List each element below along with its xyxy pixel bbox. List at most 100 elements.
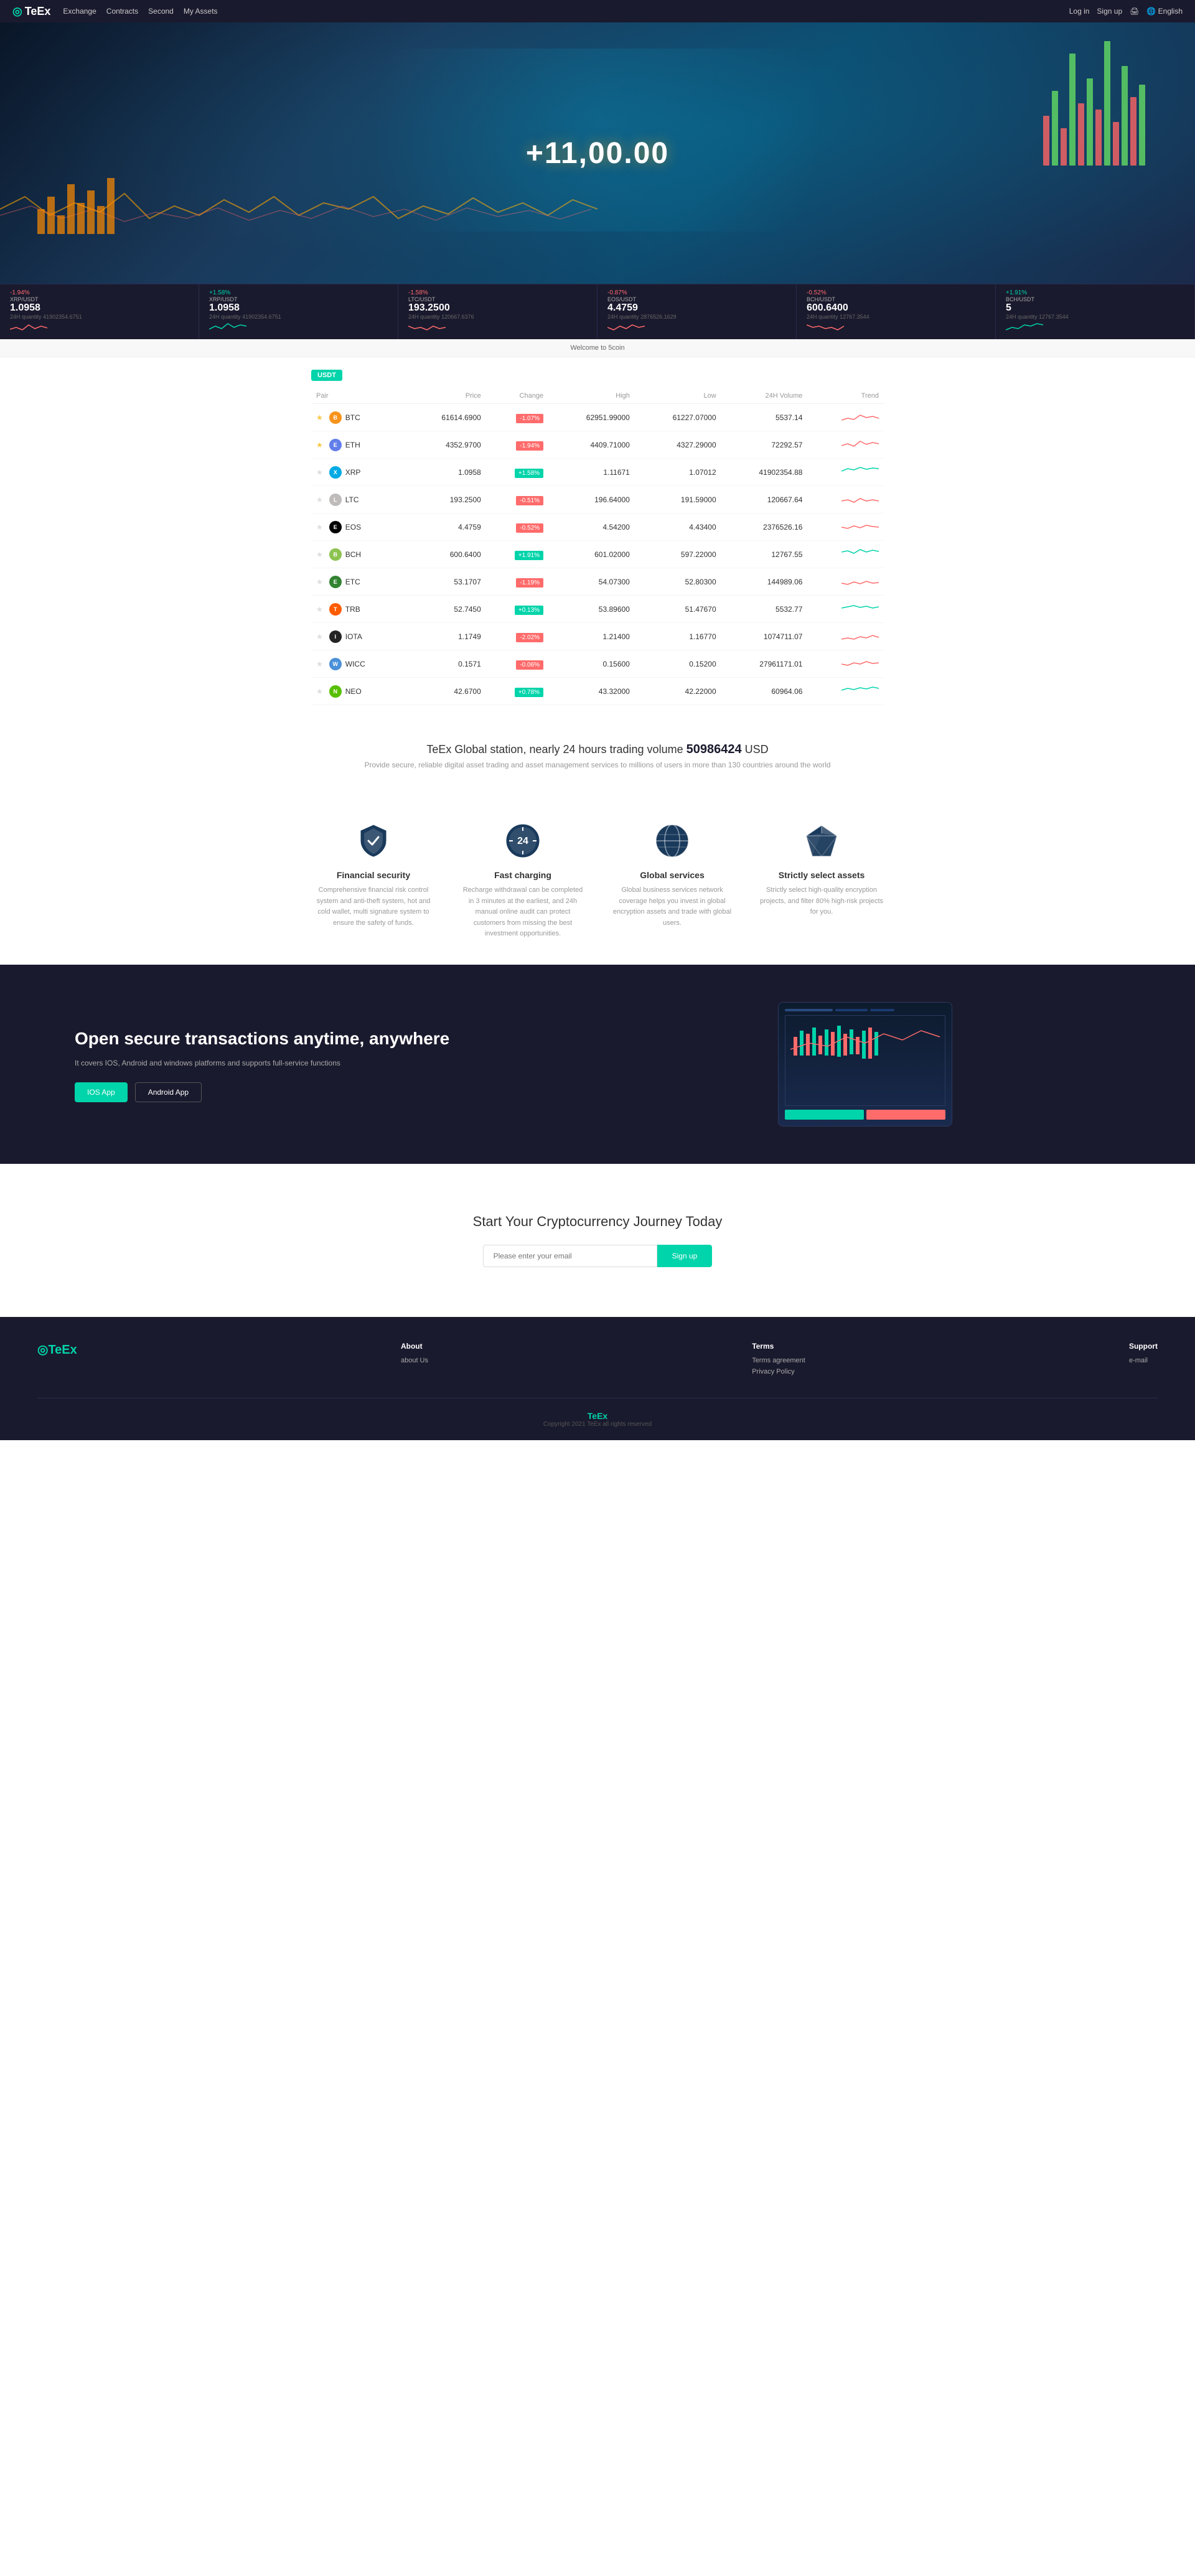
table-row: ★ I IOTA 1.1749 -2.02% 1.21400 1.16770 1… xyxy=(311,623,884,650)
features-section: Financial security Comprehensive financi… xyxy=(0,794,1195,965)
coin-icon: L xyxy=(329,494,342,506)
navbar-nav: Exchange Contracts Second My Assets xyxy=(63,7,217,16)
star-icon[interactable]: ★ xyxy=(316,523,323,532)
table-cell-high: 53.89600 xyxy=(548,596,635,623)
market-table-section: USDT Pair Price Change High Low 24H Volu… xyxy=(299,370,896,705)
table-cell-low: 1.07012 xyxy=(635,459,721,486)
table-cell-pair: ★ W WICC xyxy=(311,650,406,678)
table-cell-change: -0.06% xyxy=(486,650,548,678)
table-cell-trend xyxy=(807,459,884,486)
feature-fast-charging-desc: Recharge withdrawal can be completed in … xyxy=(461,885,585,940)
ios-app-button[interactable]: IOS App xyxy=(75,1082,128,1102)
ticker-vol-3: 24H quantity 2876526.1629 xyxy=(607,314,786,320)
star-icon[interactable]: ★ xyxy=(316,468,323,477)
nav-second[interactable]: Second xyxy=(148,7,174,16)
android-app-button[interactable]: Android App xyxy=(135,1082,202,1102)
table-cell-volume: 2376526.16 xyxy=(721,513,808,541)
table-cell-change: +1.91% xyxy=(486,541,548,568)
footer-terms-agreement-link[interactable]: Terms agreement xyxy=(752,1357,805,1364)
table-cell-trend xyxy=(807,404,884,431)
star-icon[interactable]: ★ xyxy=(316,550,323,559)
ticker-change-1: +1.58% xyxy=(209,289,388,296)
hero-amount: +11,00.00 xyxy=(526,136,669,171)
star-icon[interactable]: ★ xyxy=(316,660,323,668)
ticker-item-1: +1.58% XRP/USDT 1.0958 24H quantity 4190… xyxy=(199,284,398,339)
ticker-vol-0: 24H quantity 41902354.6751 xyxy=(10,314,189,320)
navbar-logo[interactable]: ◎TeEx xyxy=(12,5,50,18)
navbar-right: Log in Sign up 🖨 🌐 English xyxy=(1069,7,1183,16)
login-link[interactable]: Log in xyxy=(1069,7,1090,16)
ticker-change-3: -0.87% xyxy=(607,289,786,296)
nav-contracts[interactable]: Contracts xyxy=(106,7,138,16)
nav-myassets[interactable]: My Assets xyxy=(184,7,218,16)
feature-financial-security: Financial security Comprehensive financi… xyxy=(311,819,436,940)
language-selector[interactable]: 🌐 English xyxy=(1146,7,1183,16)
ticker-price-0: 1.0958 xyxy=(10,302,189,314)
stats-subtitle: Provide secure, reliable digital asset t… xyxy=(12,761,1183,769)
footer-about-link[interactable]: about Us xyxy=(401,1357,428,1364)
table-cell-change: -2.02% xyxy=(486,623,548,650)
table-cell-low: 4327.29000 xyxy=(635,431,721,459)
print-link[interactable]: 🖨 xyxy=(1130,7,1139,16)
ticker-item-3: -0.87% EOS/USDT 4.4759 24H quantity 2876… xyxy=(598,284,797,339)
table-cell-high: 4409.71000 xyxy=(548,431,635,459)
star-icon[interactable]: ★ xyxy=(316,441,323,449)
footer-terms-col: Terms Terms agreement Privacy Policy xyxy=(752,1342,805,1379)
hero-section: /* dots */ xyxy=(0,22,1195,284)
table-cell-high: 4.54200 xyxy=(548,513,635,541)
feature-global-services-title: Global services xyxy=(610,870,734,880)
star-icon[interactable]: ★ xyxy=(316,632,323,641)
ticker-price-2: 193.2500 xyxy=(408,302,587,314)
table-cell-volume: 12767.55 xyxy=(721,541,808,568)
welcome-text: Welcome to 5coin xyxy=(570,344,624,352)
table-cell-change: -0.52% xyxy=(486,513,548,541)
signup-title: Start Your Cryptocurrency Journey Today xyxy=(12,1214,1183,1230)
table-cell-pair: ★ I IOTA xyxy=(311,623,406,650)
table-cell-pair: ★ L LTC xyxy=(311,486,406,513)
table-cell-volume: 1074711.07 xyxy=(721,623,808,650)
email-input[interactable] xyxy=(483,1245,657,1267)
table-cell-volume: 120667.64 xyxy=(721,486,808,513)
footer-about-col: About about Us xyxy=(401,1342,428,1379)
ticker-change-5: +1.91% xyxy=(1006,289,1184,296)
signup-link[interactable]: Sign up xyxy=(1097,7,1122,16)
signup-button[interactable]: Sign up xyxy=(657,1245,713,1267)
table-cell-volume: 72292.57 xyxy=(721,431,808,459)
clock24-icon: 24 xyxy=(501,819,545,863)
table-cell-trend xyxy=(807,541,884,568)
table-cell-price: 53.1707 xyxy=(406,568,486,596)
ticker-price-5: 5 xyxy=(1006,302,1184,314)
usdt-badge[interactable]: USDT xyxy=(311,370,342,381)
footer-privacy-link[interactable]: Privacy Policy xyxy=(752,1368,805,1375)
feature-global-services: Global services Global business services… xyxy=(610,819,734,940)
star-icon[interactable]: ★ xyxy=(316,687,323,696)
nav-exchange[interactable]: Exchange xyxy=(63,7,96,16)
mockup-screen xyxy=(779,1003,952,1126)
star-icon[interactable]: ★ xyxy=(316,495,323,504)
coin-icon: B xyxy=(329,548,342,561)
coin-icon: I xyxy=(329,630,342,643)
table-cell-price: 1.1749 xyxy=(406,623,486,650)
table-cell-price: 1.0958 xyxy=(406,459,486,486)
table-cell-trend xyxy=(807,568,884,596)
table-cell-change: +0.13% xyxy=(486,596,548,623)
coin-icon: E xyxy=(329,576,342,588)
table-cell-volume: 144989.06 xyxy=(721,568,808,596)
table-cell-trend xyxy=(807,513,884,541)
star-icon[interactable]: ★ xyxy=(316,605,323,614)
star-icon[interactable]: ★ xyxy=(316,413,323,422)
ticker-price-3: 4.4759 xyxy=(607,302,786,314)
table-row: ★ X XRP 1.0958 +1.58% 1.11671 1.07012 41… xyxy=(311,459,884,486)
table-cell-trend xyxy=(807,678,884,705)
ticker-vol-4: 24H quantity 12767.3544 xyxy=(807,314,985,320)
stats-title: TeEx Global station, nearly 24 hours tra… xyxy=(12,742,1183,757)
table-cell-volume: 5537.14 xyxy=(721,404,808,431)
star-icon[interactable]: ★ xyxy=(316,578,323,586)
ticker-price-4: 600.6400 xyxy=(807,302,985,314)
table-cell-price: 52.7450 xyxy=(406,596,486,623)
table-cell-price: 61614.6900 xyxy=(406,404,486,431)
ticker-item-2: -1.58% LTC/USDT 193.2500 24H quantity 12… xyxy=(398,284,598,339)
footer-email-link[interactable]: e-mail xyxy=(1129,1357,1158,1364)
table-row: ★ E ETC 53.1707 -1.19% 54.07300 52.80300… xyxy=(311,568,884,596)
app-mockup xyxy=(778,1002,952,1126)
